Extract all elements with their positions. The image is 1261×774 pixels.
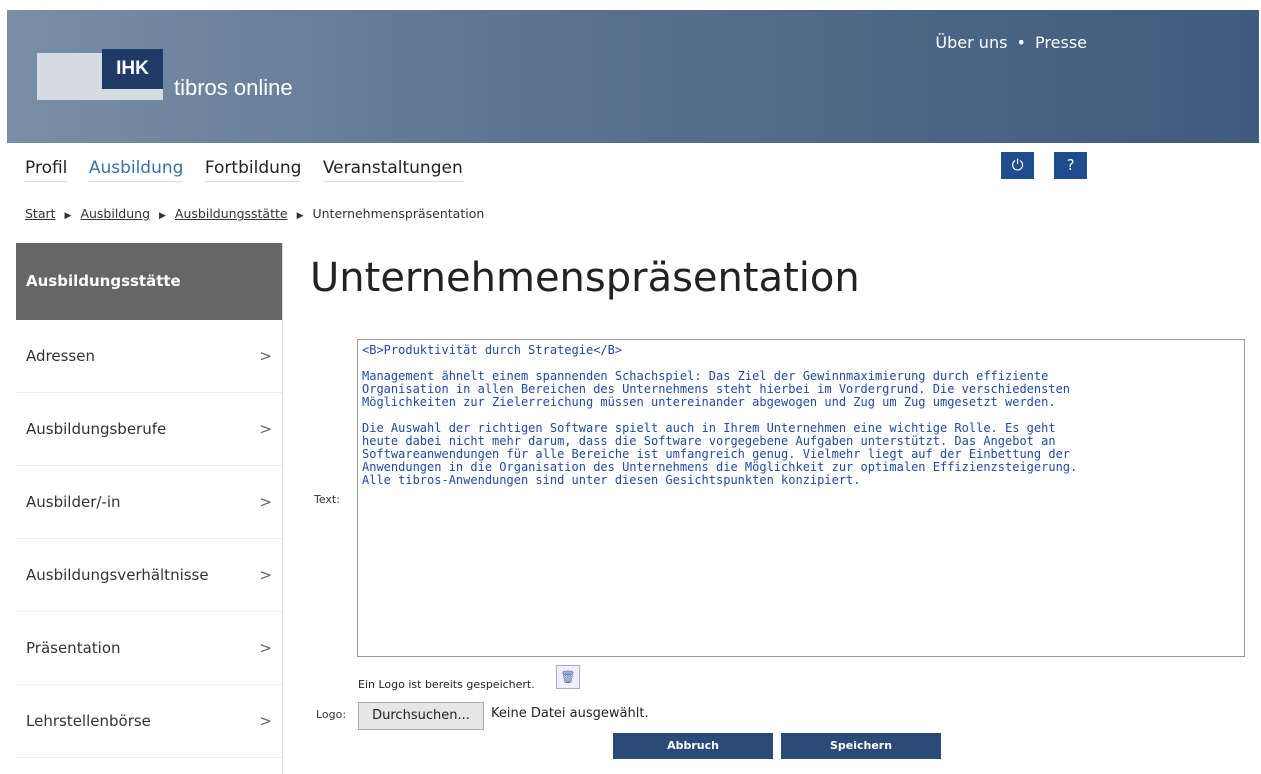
nav-fortbildung[interactable]: Fortbildung — [204, 158, 302, 182]
chevron-right-icon: > — [259, 566, 272, 584]
text-area[interactable]: <B>Produktivität durch Strategie</B> Man… — [357, 339, 1245, 657]
sidebar: Ausbildungsstätte Adressen > Ausbildungsb… — [16, 243, 282, 758]
sidebar-item-label: Ausbildungsverhältnisse — [26, 566, 209, 584]
sidebar-item-praesentation[interactable]: Präsentation > — [16, 612, 282, 685]
power-icon[interactable]: ⏻ — [1001, 152, 1034, 179]
breadcrumb-ausbildungsstaette[interactable]: Ausbildungsstätte — [175, 206, 288, 221]
breadcrumb-current: Unternehmenspräsentation — [312, 206, 485, 221]
nav-veranstaltungen[interactable]: Veranstaltungen — [322, 158, 463, 182]
logo-tag: IHK — [102, 49, 163, 89]
logo-note: Ein Logo ist bereits gespeichert. — [358, 678, 535, 691]
link-separator: • — [1016, 33, 1026, 52]
sidebar-item-lehrstellenboerse[interactable]: Lehrstellenbörse > — [16, 685, 282, 758]
chevron-right-icon: > — [259, 420, 272, 438]
file-status: Keine Datei ausgewählt. — [491, 706, 649, 721]
logo-label: Logo: — [316, 708, 347, 721]
cancel-button[interactable]: Abbruch — [613, 733, 773, 759]
save-button[interactable]: Speichern — [781, 733, 941, 759]
sidebar-item-label: Adressen — [26, 347, 95, 365]
sidebar-item-ausbilder[interactable]: Ausbilder/-in > — [16, 466, 282, 539]
breadcrumb-arrow-icon: ▶ — [64, 211, 72, 221]
browse-button[interactable]: Durchsuchen... — [358, 702, 484, 730]
nav-icons: ⏻ ? — [1001, 152, 1102, 179]
divider — [282, 243, 283, 774]
sidebar-item-adressen[interactable]: Adressen > — [16, 320, 282, 393]
sidebar-item-label: Ausbildungsberufe — [26, 420, 167, 438]
main-nav: Profil Ausbildung Fortbildung Veranstalt… — [25, 158, 479, 182]
nav-ausbildung[interactable]: Ausbildung — [88, 158, 184, 182]
chevron-right-icon: > — [259, 347, 272, 365]
breadcrumb-arrow-icon: ▶ — [159, 211, 166, 221]
chevron-right-icon: > — [259, 639, 272, 657]
sidebar-item-ausbildungsberufe[interactable]: Ausbildungsberufe > — [16, 393, 282, 466]
chevron-right-icon: > — [259, 712, 272, 730]
breadcrumb: Start ▶ Ausbildung ▶ Ausbildungsstätte ▶… — [25, 206, 484, 221]
help-icon[interactable]: ? — [1054, 152, 1088, 179]
trash-icon[interactable]: 🗑 — [556, 665, 580, 689]
sidebar-item-label: Lehrstellenbörse — [26, 712, 151, 730]
top-links: Über uns • Presse — [933, 33, 1089, 52]
sidebar-head[interactable]: Ausbildungsstätte — [16, 243, 282, 320]
text-label: Text: — [314, 493, 340, 506]
link-about[interactable]: Über uns — [935, 33, 1007, 52]
nav-profil[interactable]: Profil — [25, 158, 68, 182]
sidebar-item-label: Ausbilder/-in — [26, 493, 121, 511]
chevron-right-icon: > — [259, 493, 272, 511]
breadcrumb-ausbildung[interactable]: Ausbildung — [80, 206, 150, 221]
link-press[interactable]: Presse — [1035, 33, 1087, 52]
header: IHK tibros online Über uns • Presse — [7, 10, 1259, 143]
breadcrumb-start[interactable]: Start — [25, 206, 56, 221]
logo-text: tibros online — [174, 75, 293, 100]
breadcrumb-arrow-icon: ▶ — [296, 211, 304, 221]
page-title: Unternehmenspräsentation — [310, 255, 860, 301]
sidebar-item-ausbildungsverhaeltnisse[interactable]: Ausbildungsverhältnisse > — [16, 539, 282, 612]
sidebar-item-label: Präsentation — [26, 639, 121, 657]
